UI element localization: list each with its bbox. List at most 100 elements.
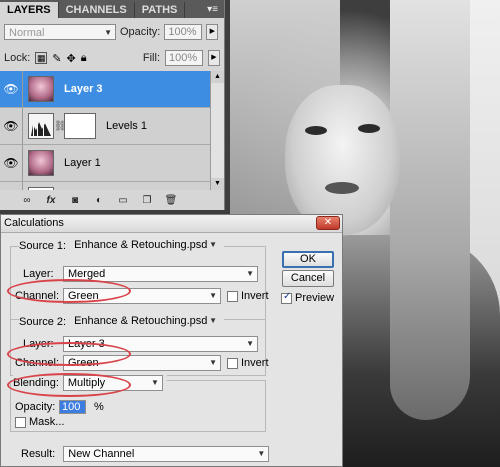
chevron-down-icon: ▼ bbox=[209, 240, 218, 249]
scroll-down-icon[interactable]: ▼ bbox=[211, 178, 224, 190]
eye-icon[interactable]: 👁︎ bbox=[0, 145, 23, 181]
layer-row-background[interactable] bbox=[0, 182, 210, 190]
new-layer-icon[interactable]: ❐ bbox=[140, 195, 154, 206]
chevron-down-icon: ▼ bbox=[257, 449, 266, 458]
result-label: Result: bbox=[21, 448, 56, 460]
lock-brush-icon[interactable]: ✎ bbox=[52, 52, 61, 65]
layer-name: Layer 3 bbox=[64, 83, 103, 95]
chevron-down-icon: ▼ bbox=[209, 358, 217, 367]
photo-lips bbox=[325, 182, 359, 194]
layer-row-layer3[interactable]: 👁︎ Layer 3 bbox=[0, 71, 210, 108]
fill-arrow-icon[interactable]: ▶ bbox=[208, 50, 220, 66]
calculations-dialog: Calculations ✕ Source 1: Enhance & Retou… bbox=[0, 214, 343, 467]
opacity-arrow-icon[interactable]: ▶ bbox=[206, 24, 219, 40]
result-value: New Channel bbox=[68, 448, 135, 460]
layer1-label: Layer: bbox=[23, 268, 54, 280]
panel-tabs: LAYERS CHANNELS PATHS ▾≡ bbox=[0, 0, 224, 18]
layers-footer: ∞ fx ◙ ◐ ▭ ❐ 🗑︎ bbox=[0, 191, 224, 210]
invert2-label: Invert bbox=[241, 357, 269, 369]
lock-transparency-icon[interactable]: ▦ bbox=[35, 52, 48, 64]
invert1-label: Invert bbox=[241, 290, 269, 302]
layer-list-scrollbar[interactable]: ▲ ▼ bbox=[210, 71, 224, 190]
preview-label: Preview bbox=[295, 292, 335, 304]
blend-mode-select[interactable]: Normal ▼ bbox=[4, 24, 116, 40]
layer-name: Levels 1 bbox=[106, 120, 147, 132]
invert1-checkbox[interactable] bbox=[227, 290, 238, 302]
photo-eye-right bbox=[358, 124, 380, 133]
chevron-down-icon: ▼ bbox=[104, 28, 112, 37]
fill-input[interactable]: 100% bbox=[165, 50, 203, 66]
source1-row: Source 1: Enhance & Retouching.psd ▼ bbox=[19, 238, 225, 254]
dialog-title: Calculations bbox=[4, 217, 64, 229]
layer-list: 👁︎ Layer 3 👁︎ ⛓︎ Levels 1 👁︎ Layer 1 bbox=[0, 71, 210, 190]
fx-icon[interactable]: fx bbox=[44, 195, 58, 206]
eye-icon[interactable]: 👁︎ bbox=[0, 108, 23, 144]
lock-label: Lock: bbox=[4, 52, 31, 64]
opacity-input[interactable]: 100% bbox=[164, 24, 203, 40]
layer-thumbnail bbox=[28, 187, 54, 190]
adjustment-icon[interactable]: ◐ bbox=[92, 195, 106, 206]
ok-button[interactable]: OK bbox=[282, 251, 334, 268]
dialog-titlebar: Calculations ✕ bbox=[1, 215, 342, 233]
fill-label: Fill: bbox=[142, 52, 160, 64]
eye-icon[interactable] bbox=[0, 182, 23, 190]
blend-mode-value: Normal bbox=[9, 27, 45, 39]
mask-row: Mask... bbox=[15, 416, 64, 428]
opacity-unit: % bbox=[94, 401, 104, 413]
trash-icon[interactable]: 🗑︎ bbox=[164, 195, 178, 206]
highlight-channel1 bbox=[7, 279, 131, 303]
blend-opacity-row: Normal ▼ Opacity: 100% ▶ bbox=[4, 22, 220, 42]
result-row: Result: New Channel ▼ bbox=[21, 446, 270, 462]
tab-channels[interactable]: CHANNELS bbox=[59, 2, 135, 18]
preview-row: Preview bbox=[281, 291, 335, 304]
highlight-blending bbox=[7, 373, 131, 397]
levels-adjustment-icon bbox=[28, 113, 54, 139]
lock-move-icon[interactable]: ✥ bbox=[67, 52, 76, 65]
photo-hair-right bbox=[390, 0, 470, 420]
scroll-up-icon[interactable]: ▲ bbox=[211, 71, 224, 83]
chevron-down-icon: ▼ bbox=[150, 378, 159, 387]
mask-checkbox[interactable] bbox=[15, 416, 26, 428]
lock-all-icon[interactable]: 🔒︎ bbox=[81, 52, 87, 65]
layers-panel: LAYERS CHANNELS PATHS ▾≡ Normal ▼ Opacit… bbox=[0, 0, 225, 210]
panel-menu-icon[interactable]: ▾≡ bbox=[201, 2, 224, 18]
source2-row: Source 2: Enhance & Retouching.psd ▼ bbox=[19, 314, 225, 330]
group-icon[interactable]: ▭ bbox=[116, 195, 130, 206]
layer-row-layer1[interactable]: 👁︎ Layer 1 bbox=[0, 145, 210, 182]
chevron-down-icon: ▼ bbox=[246, 339, 254, 348]
opacity-row: Opacity: 100 % bbox=[15, 400, 104, 414]
invert2-checkbox[interactable] bbox=[227, 357, 238, 369]
source1-select[interactable]: Enhance & Retouching.psd ▼ bbox=[70, 238, 220, 254]
close-icon[interactable]: ✕ bbox=[316, 216, 340, 230]
layer-row-levels1[interactable]: 👁︎ ⛓︎ Levels 1 bbox=[0, 108, 210, 145]
photo-face bbox=[285, 85, 400, 235]
result-select[interactable]: New Channel ▼ bbox=[63, 446, 270, 462]
chevron-down-icon: ▼ bbox=[246, 269, 254, 278]
source2-select[interactable]: Enhance & Retouching.psd ▼ bbox=[70, 314, 220, 330]
layer-thumbnail bbox=[28, 76, 54, 102]
layer-thumbnail bbox=[28, 150, 54, 176]
link-icon[interactable]: ∞ bbox=[20, 195, 34, 206]
source2-label: Source 2: bbox=[19, 316, 67, 328]
tab-paths[interactable]: PATHS bbox=[135, 2, 186, 18]
link-chain-icon: ⛓︎ bbox=[54, 120, 67, 132]
eye-icon[interactable]: 👁︎ bbox=[0, 71, 23, 107]
opacity-label: Opacity: bbox=[120, 26, 161, 38]
lock-fill-row: Lock: ▦ ✎ ✥ 🔒︎ Fill: 100% ▶ bbox=[4, 48, 220, 68]
mask-label: Mask... bbox=[29, 416, 65, 428]
dialog-opacity-label: Opacity: bbox=[15, 401, 56, 413]
source1-value: Enhance & Retouching.psd bbox=[74, 239, 208, 251]
source2-value: Enhance & Retouching.psd bbox=[74, 315, 208, 327]
layer-name: Layer 1 bbox=[64, 157, 101, 169]
photo-eye-left bbox=[305, 126, 327, 135]
source1-label: Source 1: bbox=[19, 240, 67, 252]
dialog-opacity-input[interactable]: 100 bbox=[59, 400, 86, 414]
layer-mask-thumbnail bbox=[64, 113, 96, 139]
mask-icon[interactable]: ◙ bbox=[68, 195, 82, 206]
preview-checkbox[interactable] bbox=[281, 291, 292, 304]
tab-layers[interactable]: LAYERS bbox=[0, 2, 59, 18]
chevron-down-icon: ▼ bbox=[209, 316, 218, 325]
chevron-down-icon: ▼ bbox=[209, 291, 217, 300]
highlight-channel2 bbox=[7, 342, 131, 366]
cancel-button[interactable]: Cancel bbox=[282, 270, 334, 287]
